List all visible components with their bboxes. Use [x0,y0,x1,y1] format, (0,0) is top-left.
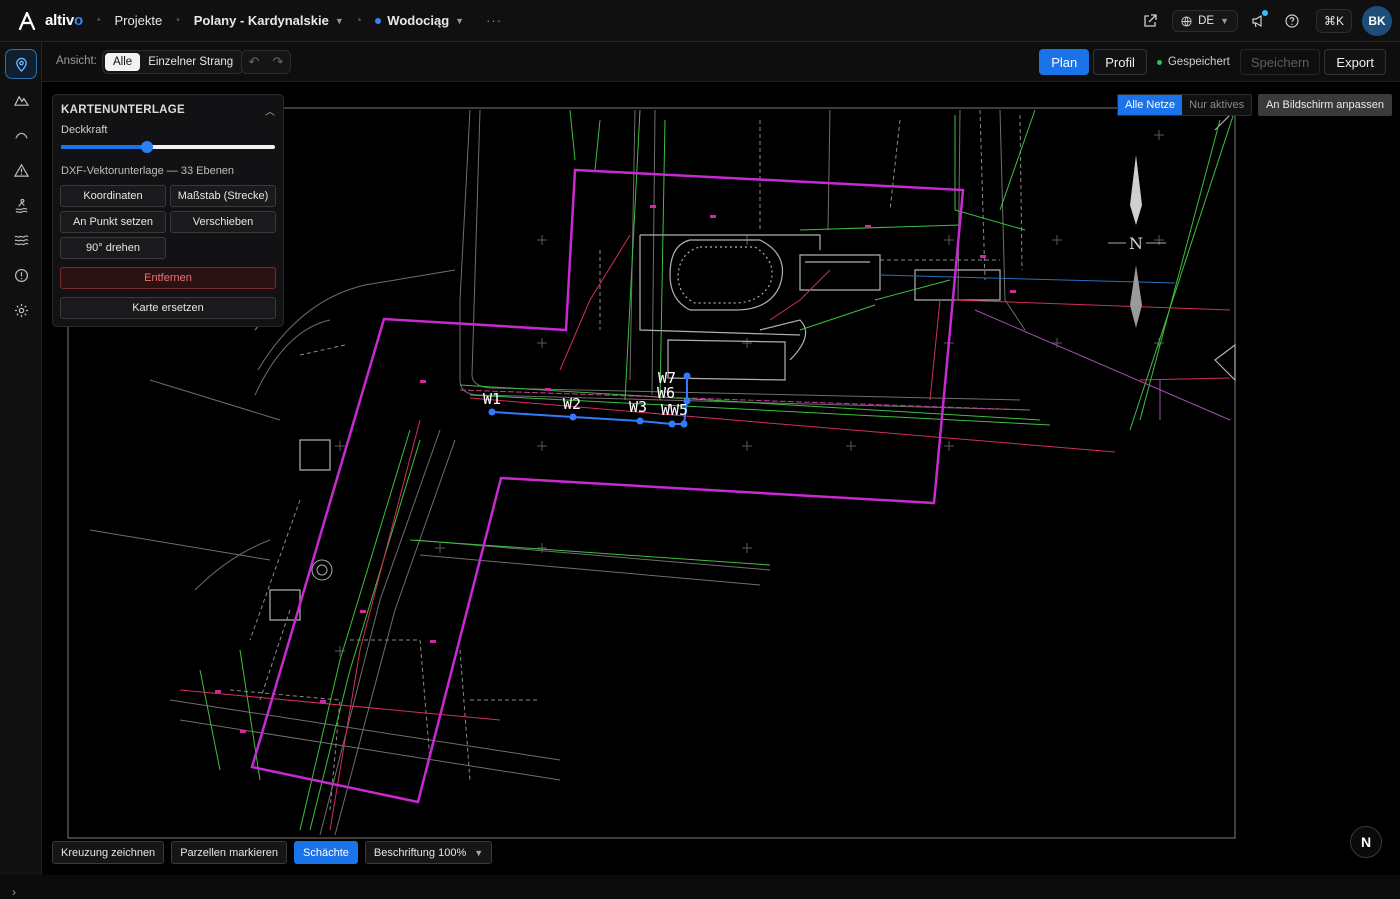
opacity-label: Deckkraft [61,124,108,136]
breadcrumb-separator: • [96,15,101,26]
breadcrumb-project-select[interactable]: Polany - Kardynalskie ▼ [194,13,344,28]
help-button[interactable] [1278,7,1306,35]
manhole-w7[interactable] [683,372,691,380]
breadcrumb-projects[interactable]: Projekte [115,13,163,28]
replace-map-button[interactable]: Karte ersetzen [60,297,276,319]
redo-icon[interactable]: ↷ [273,54,284,70]
altivo-logo-icon [18,11,36,30]
fit-to-screen-button[interactable]: An Bildschirm anpassen [1258,94,1393,116]
diver-icon [15,198,27,213]
notification-dot [1261,10,1268,16]
filter-active-only[interactable]: Nur aktives [1182,95,1251,115]
manhole-w3[interactable] [636,417,644,425]
save-status: Gespeichert [1156,56,1230,68]
app-name: altivo [45,12,83,29]
scale-button[interactable]: Maßstab (Strecke) [170,185,276,207]
set-point-button[interactable]: An Punkt setzen [60,211,166,233]
manhole-w1[interactable] [488,408,496,416]
coordinates-button[interactable]: Koordinaten [60,185,166,207]
sidebar-warnings-button[interactable] [5,155,37,185]
globe-icon [1181,15,1192,27]
settings-icon [14,303,28,317]
sidebar-plan-button[interactable] [5,49,37,79]
breadcrumb-separator: • [176,15,180,26]
breadcrumb-network-select[interactable]: Wodociąg ▼ [375,13,464,28]
plan-tab-button[interactable]: Plan [1039,49,1090,75]
network-color-dot [375,17,382,24]
view-option-single-strand[interactable]: Einzelner Strang [140,53,241,71]
dxf-info: DXF-Vektorunterlage — 33 Ebenen [61,165,235,177]
undo-redo-group: ↶ ↷ [241,50,291,74]
export-button[interactable]: Export [1324,49,1386,75]
view-segmented-control: Alle Einzelner Strang [102,50,245,74]
alert-circle-icon [14,268,28,282]
megaphone-icon [1252,14,1262,28]
slider-fill [61,145,147,149]
opacity-slider[interactable] [61,141,275,153]
north-label: N [1129,234,1143,253]
move-button[interactable]: Verschieben [170,211,276,233]
view-toolbar: Ansicht: Alle Einzelner Strang ↶ ↷ Plan … [42,42,1400,82]
chevron-up-icon[interactable]: ︿ [265,103,275,118]
sidebar-issues-button[interactable] [5,260,37,290]
breadcrumb-separator: • [357,15,362,26]
node-label-w1: W1 [483,390,501,408]
open-external-button[interactable] [1136,7,1164,35]
water-waves-icon [14,234,28,245]
language-select[interactable]: DE ▼ [1172,10,1238,32]
status-dot [1156,59,1162,65]
external-link-icon [1144,14,1157,27]
expand-sidebar-icon[interactable]: › [12,885,16,899]
remove-button[interactable]: Entfernen [60,267,276,289]
next-badge-button[interactable]: N [1350,826,1382,858]
command-palette-button[interactable]: ⌘K [1315,9,1352,33]
sidebar-terrain-button[interactable] [5,85,37,115]
label-scale-select[interactable]: Beschriftung 100% ▼ [364,841,493,864]
chevron-down-icon: ▼ [474,847,484,858]
more-menu-button[interactable]: ··· [486,13,502,28]
help-circle-icon [1285,14,1299,28]
profile-curve-icon [14,132,28,139]
sidebar-water-button[interactable] [5,225,37,255]
manhole-ww5[interactable] [680,420,688,428]
node-label-w2: W2 [563,395,581,413]
view-label: Ansicht: [56,55,97,67]
mark-parcels-button[interactable]: Parzellen markieren [171,841,288,864]
panel-title: KARTENUNTERLAGE [61,104,185,116]
rotate-button[interactable]: 90° drehen [60,237,166,259]
sidebar-profile-button[interactable] [5,120,37,150]
slider-handle[interactable] [140,141,153,153]
shafts-toggle[interactable]: Schächte [294,841,358,864]
chevron-down-icon: ▼ [1220,16,1229,26]
notifications-button[interactable] [1244,7,1272,35]
view-option-all[interactable]: Alle [105,53,141,71]
bottom-toolbar: Kreuzung zeichnen Parzellen markieren Sc… [52,841,499,864]
manhole-w2[interactable] [569,413,577,421]
top-bar: altivo • Projekte • Polany - Kardynalski… [0,0,1400,42]
user-avatar[interactable]: BK [1362,6,1392,36]
undo-icon[interactable]: ↶ [249,54,260,70]
profile-tab-button[interactable]: Profil [1093,49,1147,75]
manhole-w4[interactable] [668,420,676,428]
base-map-panel: KARTENUNTERLAGE ︿ Deckkraft DXF-Vektorun… [52,94,284,327]
warning-icon [13,163,29,177]
network-filter: Alle Netze Nur aktives [1117,94,1253,116]
language-value: DE [1198,15,1215,27]
map-pin-icon [15,57,27,72]
node-label-ww5: WW5 [661,401,688,419]
save-button[interactable]: Speichern [1239,49,1321,75]
draw-crossing-button[interactable]: Kreuzung zeichnen [52,841,165,864]
sidebar-settings-button[interactable] [5,295,37,325]
sidebar-diving-button[interactable] [5,190,37,220]
app-logo[interactable]: altivo [18,11,83,30]
terrain-icon [13,94,29,106]
node-label-w7: W7 [658,369,676,387]
chevron-down-icon: ▼ [334,15,344,26]
chevron-down-icon: ▼ [455,15,465,26]
filter-all-networks[interactable]: Alle Netze [1118,95,1183,115]
left-sidebar: › [0,42,42,899]
node-label-w3: W3 [629,398,647,416]
